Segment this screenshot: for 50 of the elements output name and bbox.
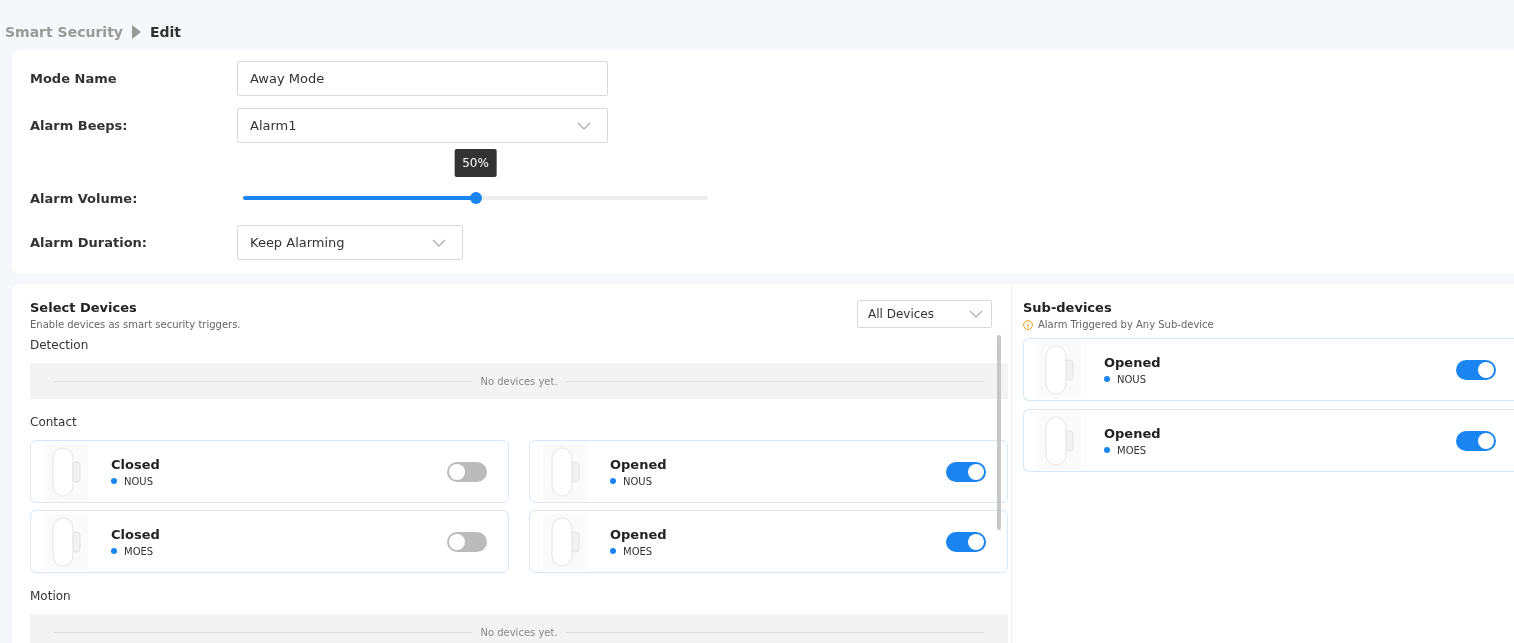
mode-name-field[interactable]: Away Mode (237, 61, 608, 96)
empty-state-text: No devices yet. (480, 375, 558, 387)
field-label: Mode Name (30, 71, 118, 86)
status-dot-icon (610, 478, 616, 484)
toggle-switch[interactable] (946, 531, 986, 552)
category-label: Contact (30, 414, 78, 431)
chevron-down-icon (969, 310, 983, 318)
toggle-switch[interactable] (447, 461, 487, 482)
chevron-down-icon (577, 121, 591, 130)
device-brand: MOES (124, 545, 154, 557)
device-brand: MOES (623, 545, 653, 557)
toggle-switch[interactable] (447, 531, 487, 552)
device-brand: NOUS (1117, 373, 1147, 385)
device-brand: NOUS (124, 475, 154, 487)
field-label: Alarm Beeps: (30, 118, 129, 133)
status-dot-icon (610, 548, 616, 554)
toggle-switch[interactable] (1456, 430, 1496, 451)
status-dot-icon (111, 548, 117, 554)
alarm-beeps-dropdown[interactable]: Alarm1 (237, 108, 608, 143)
status-dot-icon (1104, 376, 1110, 382)
device-brand: NOUS (623, 475, 653, 487)
device-name: Closed (111, 456, 161, 472)
field-label: Alarm Duration: (30, 235, 149, 250)
chevron-down-icon (432, 238, 446, 247)
category-label: Detection (30, 337, 90, 354)
section-title: Sub-devices (1023, 300, 1113, 316)
alarm-duration-dropdown[interactable]: Keep Alarming (237, 225, 463, 260)
section-title: Select Devices (30, 300, 138, 316)
section-subtitle: Enable devices as smart security triggers. (30, 319, 241, 330)
info-icon (1023, 319, 1033, 330)
breadcrumb-current: Edit (149, 23, 182, 40)
device-name: Opened (1104, 425, 1162, 441)
scrollbar-thumb[interactable] (997, 335, 1001, 530)
info-note: Alarm Triggered by Any Sub-device (1038, 319, 1214, 330)
device-brand: MOES (1117, 444, 1147, 456)
device-name: Opened (610, 526, 668, 542)
status-dot-icon (111, 478, 117, 484)
toggle-switch[interactable] (1456, 359, 1496, 380)
device-filter-dropdown[interactable]: All Devices (857, 300, 992, 328)
device-name: Opened (610, 456, 668, 472)
device-name: Closed (111, 526, 161, 542)
triangle-right-icon (131, 24, 141, 39)
device-name: Opened (1104, 354, 1162, 370)
empty-state-text: No devices yet. (480, 626, 558, 638)
volume-tooltip: 50% (454, 149, 497, 177)
status-dot-icon (1104, 447, 1110, 453)
volume-slider-thumb[interactable] (469, 192, 482, 204)
toggle-switch[interactable] (946, 461, 986, 482)
category-label: Motion (30, 588, 72, 605)
field-label: Alarm Volume: (30, 190, 139, 206)
